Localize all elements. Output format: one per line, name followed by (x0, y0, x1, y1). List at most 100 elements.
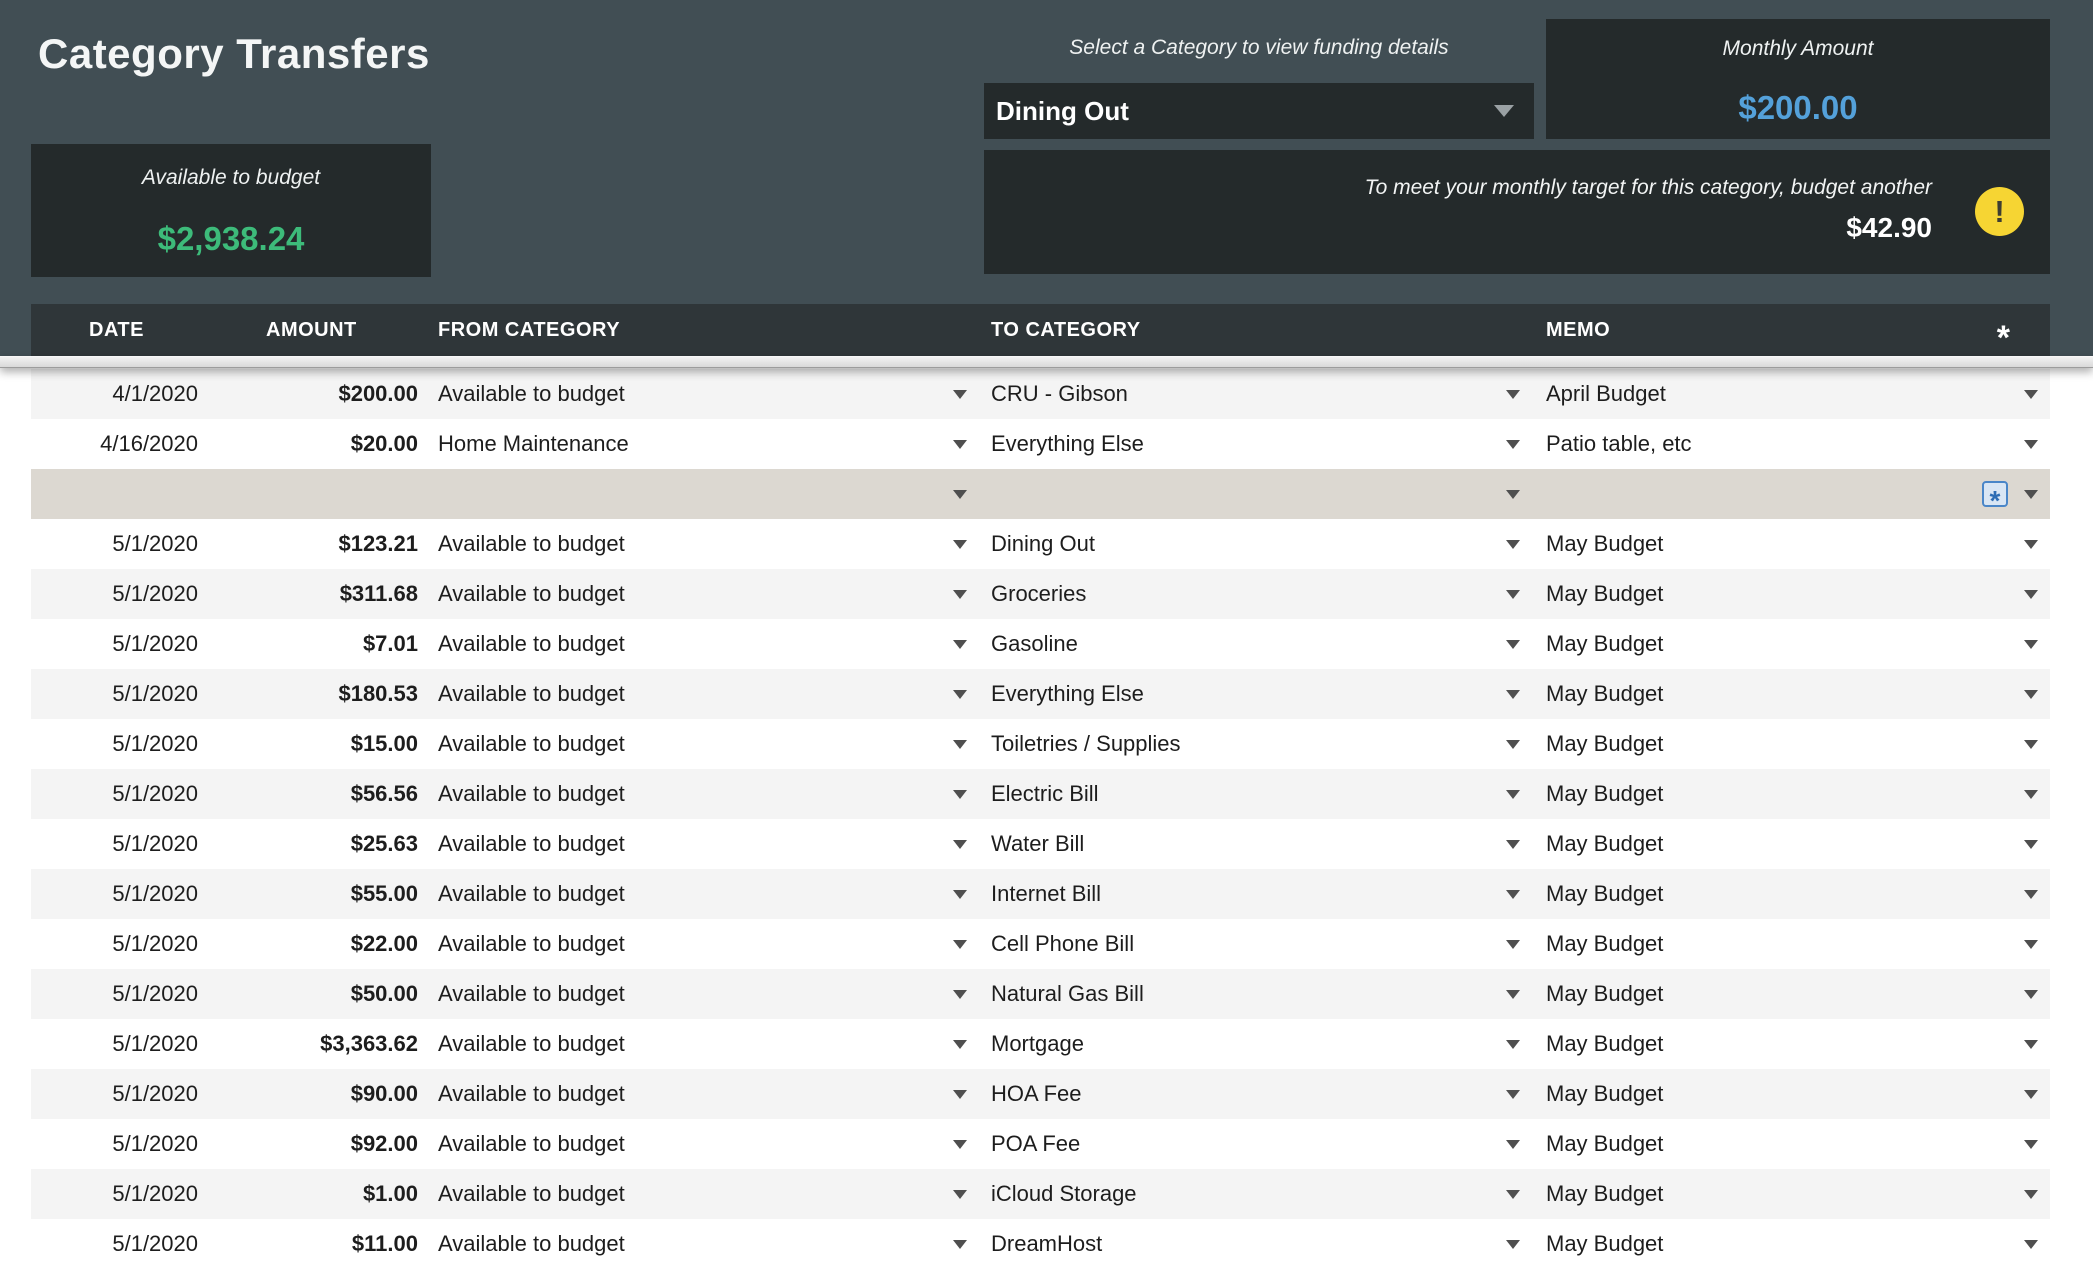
dropdown-chevron-icon[interactable] (953, 739, 967, 749)
memo-cell[interactable]: May Budget (1524, 919, 2050, 969)
date-cell[interactable]: 5/1/2020 (31, 1119, 206, 1169)
amount-cell[interactable]: $90.00 (206, 1069, 424, 1119)
dropdown-chevron-icon[interactable] (1506, 1139, 1520, 1149)
from-category-cell[interactable]: Available to budget (424, 519, 969, 569)
from-category-cell[interactable]: Available to budget (424, 1169, 969, 1219)
date-cell[interactable]: 5/1/2020 (31, 1169, 206, 1219)
from-category-cell[interactable]: Available to budget (424, 919, 969, 969)
amount-cell[interactable]: $311.68 (206, 569, 424, 619)
dropdown-chevron-icon[interactable] (953, 539, 967, 549)
dropdown-chevron-icon[interactable] (953, 989, 967, 999)
amount-cell[interactable]: $7.01 (206, 619, 424, 669)
dropdown-chevron-icon[interactable] (1506, 1089, 1520, 1099)
dropdown-chevron-icon[interactable] (953, 939, 967, 949)
date-cell[interactable]: 5/1/2020 (31, 519, 206, 569)
memo-cell[interactable]: May Budget (1524, 1069, 2050, 1119)
date-cell[interactable]: 5/1/2020 (31, 869, 206, 919)
dropdown-chevron-icon[interactable] (2024, 1239, 2038, 1249)
amount-cell[interactable]: $1.00 (206, 1169, 424, 1219)
dropdown-chevron-icon[interactable] (953, 489, 967, 499)
date-cell[interactable]: 5/1/2020 (31, 569, 206, 619)
category-dropdown[interactable]: Dining Out (984, 83, 1534, 139)
dropdown-chevron-icon[interactable] (2024, 939, 2038, 949)
dropdown-chevron-icon[interactable] (1506, 1039, 1520, 1049)
memo-cell[interactable]: May Budget (1524, 969, 2050, 1019)
to-category-cell[interactable]: Dining Out (969, 519, 1524, 569)
memo-cell[interactable]: May Budget (1524, 519, 2050, 569)
to-category-cell[interactable]: Natural Gas Bill (969, 969, 1524, 1019)
dropdown-chevron-icon[interactable] (1506, 789, 1520, 799)
memo-cell[interactable]: May Budget (1524, 719, 2050, 769)
from-category-cell[interactable]: Available to budget (424, 619, 969, 669)
memo-cell[interactable]: May Budget (1524, 869, 2050, 919)
from-category-cell[interactable]: Available to budget (424, 1219, 969, 1266)
dropdown-chevron-icon[interactable] (2024, 639, 2038, 649)
to-category-cell[interactable]: Groceries (969, 569, 1524, 619)
dropdown-chevron-icon[interactable] (1506, 589, 1520, 599)
dropdown-chevron-icon[interactable] (2024, 1039, 2038, 1049)
dropdown-chevron-icon[interactable] (953, 639, 967, 649)
dropdown-chevron-icon[interactable] (1506, 939, 1520, 949)
dropdown-chevron-icon[interactable] (953, 1189, 967, 1199)
amount-cell[interactable]: $180.53 (206, 669, 424, 719)
dropdown-chevron-icon[interactable] (1506, 739, 1520, 749)
memo-cell[interactable]: May Budget (1524, 819, 2050, 869)
dropdown-chevron-icon[interactable] (2024, 1139, 2038, 1149)
dropdown-chevron-icon[interactable] (953, 689, 967, 699)
date-cell[interactable]: 5/1/2020 (31, 719, 206, 769)
memo-cell[interactable]: May Budget (1524, 1169, 2050, 1219)
dropdown-chevron-icon[interactable] (2024, 539, 2038, 549)
dropdown-chevron-icon[interactable] (953, 789, 967, 799)
memo-cell[interactable]: May Budget (1524, 669, 2050, 719)
from-category-cell[interactable]: Available to budget (424, 1019, 969, 1069)
date-cell[interactable]: 5/1/2020 (31, 1069, 206, 1119)
save-new-row-button[interactable]: * (1982, 481, 2008, 515)
dropdown-chevron-icon[interactable] (953, 1039, 967, 1049)
dropdown-chevron-icon[interactable] (2024, 989, 2038, 999)
date-cell[interactable]: 5/1/2020 (31, 769, 206, 819)
amount-cell[interactable]: $20.00 (206, 419, 424, 469)
dropdown-chevron-icon[interactable] (2024, 1189, 2038, 1199)
from-category-cell[interactable]: Available to budget (424, 769, 969, 819)
from-category-cell[interactable] (424, 469, 969, 519)
date-cell[interactable]: 4/1/2020 (31, 369, 206, 419)
from-category-cell[interactable]: Available to budget (424, 569, 969, 619)
to-category-cell[interactable]: Electric Bill (969, 769, 1524, 819)
memo-cell[interactable]: May Budget (1524, 769, 2050, 819)
horizontal-scrollbar[interactable] (0, 356, 2093, 368)
dropdown-chevron-icon[interactable] (2024, 1089, 2038, 1099)
dropdown-chevron-icon[interactable] (1506, 689, 1520, 699)
amount-cell[interactable]: $25.63 (206, 819, 424, 869)
dropdown-chevron-icon[interactable] (1506, 839, 1520, 849)
dropdown-chevron-icon[interactable] (2024, 889, 2038, 899)
date-cell[interactable]: 5/1/2020 (31, 969, 206, 1019)
to-category-cell[interactable]: Internet Bill (969, 869, 1524, 919)
date-cell[interactable]: 5/1/2020 (31, 1019, 206, 1069)
dropdown-chevron-icon[interactable] (953, 389, 967, 399)
dropdown-chevron-icon[interactable] (1506, 1239, 1520, 1249)
dropdown-chevron-icon[interactable] (953, 1089, 967, 1099)
chevron-down-icon[interactable] (1494, 105, 1514, 117)
from-category-cell[interactable]: Available to budget (424, 1069, 969, 1119)
from-category-cell[interactable]: Available to budget (424, 869, 969, 919)
memo-cell[interactable]: May Budget (1524, 1219, 2050, 1266)
date-cell[interactable] (31, 469, 206, 519)
memo-cell[interactable]: May Budget (1524, 1119, 2050, 1169)
dropdown-chevron-icon[interactable] (953, 439, 967, 449)
dropdown-chevron-icon[interactable] (2024, 589, 2038, 599)
amount-cell[interactable]: $92.00 (206, 1119, 424, 1169)
to-category-cell[interactable]: DreamHost (969, 1219, 1524, 1266)
to-category-cell[interactable]: Cell Phone Bill (969, 919, 1524, 969)
dropdown-chevron-icon[interactable] (2024, 389, 2038, 399)
from-category-cell[interactable]: Available to budget (424, 969, 969, 1019)
amount-cell[interactable]: $3,363.62 (206, 1019, 424, 1069)
memo-cell[interactable]: * (1524, 469, 2050, 519)
dropdown-chevron-icon[interactable] (953, 589, 967, 599)
amount-cell[interactable]: $50.00 (206, 969, 424, 1019)
to-category-cell[interactable]: CRU - Gibson (969, 369, 1524, 419)
to-category-cell[interactable] (969, 469, 1524, 519)
memo-cell[interactable]: April Budget (1524, 369, 2050, 419)
dropdown-chevron-icon[interactable] (1506, 489, 1520, 499)
dropdown-chevron-icon[interactable] (1506, 539, 1520, 549)
date-cell[interactable]: 5/1/2020 (31, 819, 206, 869)
